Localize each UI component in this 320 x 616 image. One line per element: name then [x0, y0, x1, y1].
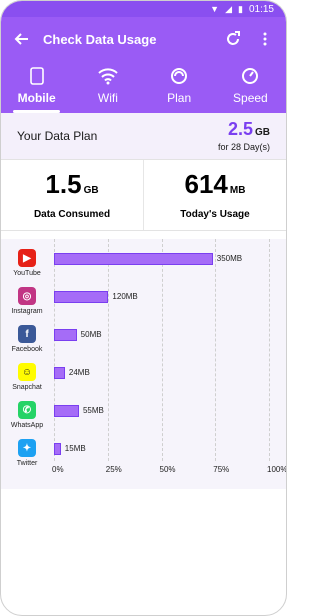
bar-value-label: 55MB	[82, 406, 104, 415]
refresh-icon	[227, 31, 240, 45]
usage-bar	[54, 405, 79, 417]
app-name-label: Facebook	[11, 346, 43, 353]
back-button[interactable]	[11, 28, 33, 50]
gridline	[107, 239, 110, 461]
whatsapp-icon: ✆	[18, 401, 36, 419]
speedometer-icon	[242, 68, 259, 84]
wifi-status-icon: ▼	[210, 3, 220, 14]
phone-frame: ▼ ◢ ▮ 01:15 Check Data Usage Mobile Wifi…	[0, 0, 287, 616]
usage-bar	[54, 253, 213, 265]
app-usage-chart: 0% 25% 50% 75% 100% ▶ YouTube 350MB ◎ Instagram 12…	[1, 239, 286, 489]
x-tick-label: 75%	[213, 465, 230, 474]
gridline	[269, 239, 271, 461]
bar-value-label: 120MB	[112, 292, 138, 301]
plan-value: 2.5 GB for 28 Day(s)	[218, 120, 270, 152]
plan-icon	[171, 68, 188, 84]
usage-bar	[54, 367, 65, 379]
gridline	[215, 239, 217, 461]
tab-mobile[interactable]: Mobile	[1, 61, 72, 113]
usage-bar	[54, 329, 77, 341]
header: Check Data Usage Mobile Wifi Plan Speed	[1, 17, 286, 113]
app-name-label: Twitter	[16, 460, 38, 467]
facebook-icon: f	[18, 325, 36, 343]
wifi-icon	[98, 68, 118, 85]
x-tick-label: 0%	[52, 465, 64, 474]
page-title: Check Data Usage	[43, 31, 157, 47]
tab-label: Mobile	[17, 91, 56, 105]
more-options-button[interactable]	[254, 28, 276, 50]
gridline	[54, 239, 56, 461]
x-tick-label: 25%	[105, 465, 122, 474]
app-name-label: Instagram	[11, 308, 43, 315]
plan-unit: GB	[255, 127, 270, 138]
stat-unit: MB	[229, 185, 246, 196]
x-tick-label: 100%	[267, 465, 287, 474]
tab-wifi[interactable]: Wifi	[72, 61, 143, 113]
stat-label: Data Consumed	[33, 209, 111, 220]
gridline	[161, 239, 164, 461]
bar-value-label: 350MB	[216, 254, 243, 263]
tab-label: Plan	[167, 91, 192, 105]
signal-icon: ◢	[225, 3, 233, 14]
app-instagram[interactable]: ◎ Instagram	[1, 287, 53, 315]
app-whatsapp[interactable]: ✆ WhatsApp	[1, 401, 53, 429]
bar-value-label: 15MB	[64, 444, 86, 453]
clock: 01:15	[248, 3, 274, 15]
youtube-icon: ▶	[18, 249, 36, 267]
snapchat-icon: ☺	[18, 363, 36, 381]
tab-speed[interactable]: Speed	[215, 61, 286, 113]
refresh-button[interactable]	[222, 28, 244, 50]
usage-stats: 1.5 GB Data Consumed 614 MB Today's Usage	[1, 159, 286, 231]
plan-label: Your Data Plan	[17, 129, 98, 143]
usage-bar	[54, 443, 61, 455]
tab-label: Wifi	[97, 91, 118, 105]
tab-label: Speed	[233, 91, 268, 105]
app-facebook[interactable]: f Facebook	[1, 325, 53, 353]
stat-value: 614	[184, 169, 228, 199]
tab-plan[interactable]: Plan	[144, 61, 215, 113]
app-name-label: YouTube	[13, 270, 41, 277]
usage-bar	[54, 291, 109, 303]
app-name-label: Snapchat	[12, 384, 42, 391]
stat-value: 1.5	[45, 169, 82, 199]
battery-icon: ▮	[238, 3, 243, 14]
phone-icon	[29, 67, 44, 85]
stat-label: Today's Usage	[180, 209, 250, 220]
status-bar: ▼ ◢ ▮ 01:15	[1, 1, 286, 17]
more-vert-icon	[263, 32, 267, 46]
bar-value-label: 50MB	[80, 330, 102, 339]
app-snapchat[interactable]: ☺ Snapchat	[1, 363, 53, 391]
app-bar: Check Data Usage	[1, 17, 286, 61]
back-arrow-icon	[14, 33, 28, 45]
data-plan-summary: Your Data Plan 2.5 GB for 28 Day(s)	[1, 113, 286, 159]
tab-bar: Mobile Wifi Plan Speed	[1, 61, 286, 113]
plan-period: for 28 Day(s)	[217, 142, 270, 152]
instagram-icon: ◎	[18, 287, 36, 305]
stat-unit: GB	[83, 185, 99, 196]
x-tick-label: 50%	[159, 465, 176, 474]
bar-value-label: 24MB	[68, 368, 90, 377]
app-youtube[interactable]: ▶ YouTube	[1, 249, 53, 277]
twitter-icon: ✦	[18, 439, 36, 457]
data-consumed-stat: 1.5 GB Data Consumed	[1, 160, 143, 230]
app-name-label: WhatsApp	[10, 422, 44, 429]
todays-usage-stat: 614 MB Today's Usage	[143, 160, 286, 230]
app-twitter[interactable]: ✦ Twitter	[1, 439, 53, 467]
plan-amount: 2.5	[227, 119, 253, 139]
